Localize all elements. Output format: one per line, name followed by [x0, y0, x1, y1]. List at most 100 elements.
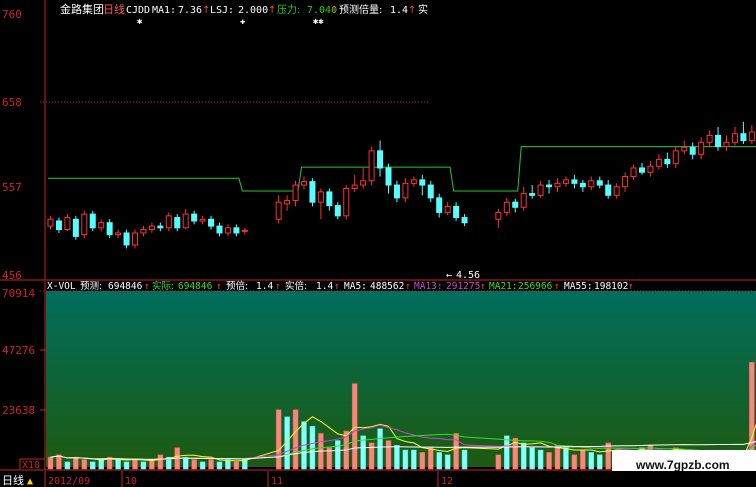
vol-ma55-label: MA55: — [564, 281, 593, 292]
vol-actual-label: 实际: — [152, 280, 174, 292]
volume-bar — [495, 454, 502, 470]
up-arrow: ↑ — [405, 281, 411, 292]
volume-bar — [335, 440, 341, 470]
volume-bar — [419, 452, 426, 470]
volume-bar — [56, 454, 62, 470]
candle-body — [64, 217, 71, 231]
volume-bar — [529, 447, 535, 470]
candle-body — [562, 179, 569, 184]
candle-body — [393, 184, 400, 199]
indicator-pressure-label: 压力: — [277, 3, 300, 16]
candle-body — [351, 184, 358, 189]
up-arrow: ↑ — [144, 281, 150, 292]
vol-tick: 70914 — [2, 287, 35, 300]
indicator-actual-label: 实 — [418, 3, 428, 16]
low-marker-value: 4.56 — [456, 270, 480, 281]
candle-body — [512, 201, 519, 208]
triangle-up-icon[interactable]: ▲ — [27, 476, 33, 487]
candle-body — [334, 205, 341, 217]
pressure-line-path — [48, 146, 756, 192]
candle-body — [89, 213, 96, 229]
vol-forecast-label: 预测: — [80, 281, 102, 292]
volume-bar — [554, 445, 561, 470]
candle-body — [140, 229, 147, 234]
candle-body — [444, 205, 451, 213]
volume-bar — [115, 459, 121, 470]
indicator-lsj-label: LSJ: — [210, 5, 234, 16]
up-arrow: ↑ — [628, 281, 634, 292]
price-tick: 760 — [2, 8, 22, 21]
candle-body — [419, 179, 426, 186]
candle-body — [368, 150, 375, 182]
candle-body — [520, 193, 527, 208]
candle-body — [554, 182, 561, 188]
price-tick: 658 — [2, 96, 22, 109]
volume-bar — [123, 461, 130, 470]
vol-ma13-label: MA13: — [414, 281, 443, 292]
candle-body — [216, 225, 223, 234]
indicator-forecast-label: 预测倍量: — [339, 3, 382, 16]
up-arrow: ↑ — [408, 5, 416, 16]
candle-body — [98, 222, 105, 229]
date-tick: 11 — [271, 476, 283, 487]
candle-body — [630, 167, 637, 178]
signal-cross-icon: ✚ — [240, 17, 246, 27]
volume-bar — [504, 435, 510, 470]
signal-star-icon: ✱✱ — [313, 17, 324, 27]
volume-bar — [182, 456, 189, 470]
candle-body — [284, 199, 291, 205]
watermark-text: www.7gpzb.com — [635, 458, 730, 472]
candle-body — [72, 218, 79, 237]
candle-body — [503, 201, 510, 213]
vol-realbei-value: 1.4 — [316, 281, 333, 292]
low-marker-arrow: ← — [446, 270, 452, 281]
volume-panel[interactable] — [0, 281, 756, 471]
date-tick: 2012/09 — [48, 476, 90, 487]
volume-bar — [461, 449, 468, 470]
volume-bar — [385, 440, 392, 470]
volume-bar — [580, 449, 586, 470]
volume-axis: 70914 47276 23638 X10 — [2, 287, 46, 471]
candle-body — [689, 146, 696, 155]
volume-bar — [571, 454, 578, 470]
up-arrow: ↑ — [216, 281, 222, 292]
volume-bar — [208, 459, 214, 470]
candle-body — [546, 184, 553, 188]
volume-bar — [199, 461, 206, 470]
candle-body — [148, 225, 155, 231]
volume-bar — [537, 449, 544, 470]
candle-body — [191, 213, 198, 222]
volume-bar — [309, 426, 316, 470]
up-arrow: ↑ — [275, 281, 281, 292]
volume-bar — [233, 461, 240, 470]
candle-body — [385, 167, 392, 186]
candle-body — [723, 141, 730, 148]
candle-body — [343, 187, 350, 217]
candle-body — [326, 191, 333, 207]
candle-body — [461, 217, 468, 224]
candle-body — [360, 180, 367, 186]
volume-bar — [453, 433, 459, 470]
vol-ma13-value: 291275 — [446, 281, 480, 292]
volume-bar — [597, 454, 603, 470]
volume-bar — [444, 454, 451, 470]
low-marker: ← 4.56 — [446, 270, 480, 281]
price-panel[interactable] — [0, 0, 756, 281]
footer-period-tab[interactable]: 日线 — [2, 473, 24, 487]
candle-body — [275, 201, 282, 220]
volume-bar — [73, 456, 79, 470]
up-arrow: ↑ — [330, 5, 338, 16]
vol-ma5-value: 488562 — [370, 281, 404, 292]
volume-bar — [275, 409, 282, 470]
candle-body — [427, 184, 434, 199]
candle-body — [224, 227, 231, 234]
price-header: 金路集团 日线 CJDD MA1: 7.36 ↑ LSJ: 2.000 ↑ 压力… — [60, 2, 428, 27]
up-arrow: ↑ — [554, 281, 560, 292]
volume-bar — [588, 452, 595, 470]
chart-stage: 760 658 557 456 ← 4.56 金路集团 日线 CJDD MA1:… — [0, 0, 756, 487]
indicator-forecast-value: 1.4 — [390, 5, 408, 16]
candle-body — [301, 181, 307, 186]
volume-bar — [411, 449, 417, 470]
candle-body — [157, 225, 164, 229]
candle-body — [241, 229, 248, 232]
